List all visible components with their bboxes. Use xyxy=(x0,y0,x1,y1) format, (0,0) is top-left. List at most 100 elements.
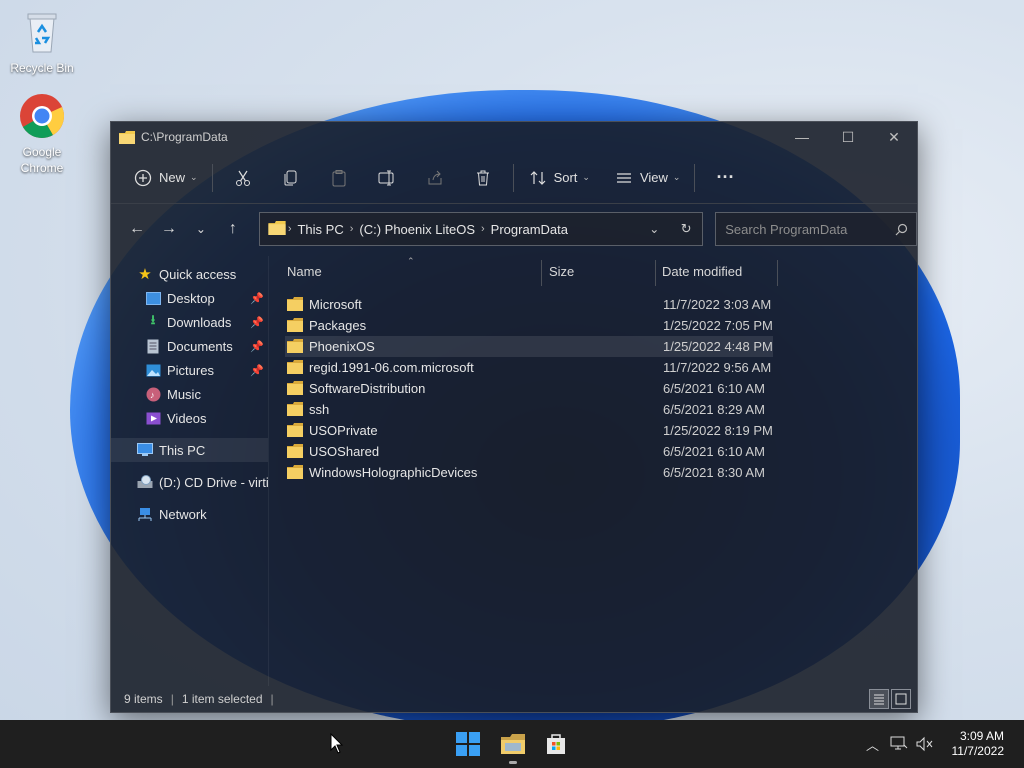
start-button[interactable] xyxy=(452,728,484,760)
search-box[interactable]: Search ProgramData xyxy=(715,212,917,246)
cut-button[interactable] xyxy=(219,161,267,195)
nav-item-this-pc[interactable]: This PC xyxy=(111,438,268,462)
status-separator: | xyxy=(270,692,274,706)
nav-label: Music xyxy=(167,386,201,402)
music-icon: ♪ xyxy=(145,386,161,402)
folder-icon xyxy=(287,381,303,395)
nav-item-desktop[interactable]: Desktop 📌 xyxy=(111,286,268,310)
nav-item-pictures[interactable]: Pictures 📌 xyxy=(111,358,268,382)
folder-icon xyxy=(287,444,303,458)
clock-time: 3:09 AM xyxy=(959,729,1004,743)
breadcrumb-drive-c[interactable]: (C:) Phoenix LiteOS xyxy=(359,222,475,237)
column-header-date[interactable]: Date modified xyxy=(662,264,742,279)
copy-button[interactable] xyxy=(267,161,315,195)
search-placeholder: Search ProgramData xyxy=(725,221,848,237)
nav-item-videos[interactable]: Videos xyxy=(111,406,268,430)
see-more-button[interactable]: ··· xyxy=(701,161,749,195)
navigation-bar: ← → ⌄ ↑ › This PC › (C:) Phoenix LiteOS … xyxy=(111,204,917,254)
file-explorer-icon xyxy=(501,734,525,754)
column-header-size[interactable]: Size xyxy=(549,264,574,279)
file-explorer-taskbar-button[interactable] xyxy=(497,728,529,764)
nav-item-network[interactable]: Network xyxy=(111,502,268,526)
column-divider[interactable] xyxy=(541,260,542,286)
file-row[interactable]: PhoenixOS 1/25/2022 4:48 PM xyxy=(285,336,773,357)
file-row[interactable]: SoftwareDistribution 6/5/2021 6:10 AM xyxy=(269,378,917,399)
file-row[interactable]: Microsoft 11/7/2022 3:03 AM xyxy=(269,294,917,315)
back-button[interactable]: ← xyxy=(121,213,153,245)
delete-button[interactable] xyxy=(459,161,507,195)
clock[interactable]: 3:09 AM 11/7/2022 xyxy=(938,729,1024,759)
rename-button[interactable] xyxy=(363,161,411,195)
nav-label: Quick access xyxy=(159,266,237,282)
details-view-button[interactable] xyxy=(869,689,889,709)
address-dropdown-button[interactable]: ⌄ xyxy=(638,213,670,245)
file-row[interactable]: WindowsHolographicDevices 6/5/2021 8:30 A… xyxy=(269,462,917,483)
speaker-muted-icon xyxy=(916,736,932,752)
copy-icon xyxy=(284,170,297,185)
file-list: ⌃ Name Size Date modified Microsoft 11/7/… xyxy=(269,256,917,686)
breadcrumb-this-pc[interactable]: This PC xyxy=(297,222,343,237)
nav-item-cd-drive[interactable]: (D:) CD Drive - virti xyxy=(111,470,268,494)
show-hidden-icons-button[interactable]: ︿ xyxy=(860,735,886,754)
title-bar[interactable]: C:\ProgramData — ☐ ✕ xyxy=(111,122,917,152)
breadcrumb-programdata[interactable]: ProgramData xyxy=(491,222,568,237)
store-taskbar-button[interactable] xyxy=(540,728,572,760)
file-row[interactable]: USOShared 6/5/2021 6:10 AM xyxy=(269,441,917,462)
sort-label: Sort xyxy=(553,170,578,185)
rename-icon xyxy=(378,170,394,185)
file-name: Microsoft xyxy=(309,297,362,312)
minimize-button[interactable]: — xyxy=(779,122,825,152)
maximize-button[interactable]: ☐ xyxy=(825,122,871,152)
view-label: View xyxy=(639,170,668,185)
nav-item-music[interactable]: ♪ Music xyxy=(111,382,268,406)
column-divider[interactable] xyxy=(777,260,778,286)
nav-item-downloads[interactable]: ⭳ Downloads 📌 xyxy=(111,310,268,334)
nav-item-quick-access[interactable]: ★ Quick access xyxy=(111,262,268,286)
nav-label: Downloads xyxy=(167,314,232,330)
desktop-icon-chrome[interactable]: Google Chrome xyxy=(4,92,80,176)
sort-button[interactable]: Sort ⌄ xyxy=(520,161,598,195)
forward-button[interactable]: → xyxy=(153,213,185,245)
nav-label: Documents xyxy=(167,338,233,354)
paste-button[interactable] xyxy=(315,161,363,195)
nav-label: Desktop xyxy=(167,290,215,306)
cd-drive-icon xyxy=(137,474,153,490)
volume-button[interactable] xyxy=(912,736,938,752)
column-divider[interactable] xyxy=(655,260,656,286)
pin-icon: 📌 xyxy=(250,340,264,353)
chevron-down-icon: ⌄ xyxy=(190,172,198,182)
refresh-button[interactable]: ↻ xyxy=(670,213,702,245)
nav-item-documents[interactable]: Documents 📌 xyxy=(111,334,268,358)
file-date-modified: 6/5/2021 8:29 AM xyxy=(663,402,765,417)
selection-count: 1 item selected xyxy=(181,692,263,706)
file-name: WindowsHolographicDevices xyxy=(309,465,478,480)
computer-icon xyxy=(137,442,153,458)
new-button[interactable]: New ⌄ xyxy=(125,161,206,195)
file-row[interactable]: regid.1991-06.com.microsoft 11/7/2022 9:5… xyxy=(269,357,917,378)
file-row[interactable]: USOPrivate 1/25/2022 8:19 PM xyxy=(269,420,917,441)
toolbar-divider xyxy=(512,163,514,192)
pin-icon: 📌 xyxy=(250,292,264,305)
desktop-icon-recycle-bin[interactable]: Recycle Bin xyxy=(4,8,80,76)
large-icons-view-button[interactable] xyxy=(891,689,911,709)
folder-icon xyxy=(119,130,135,144)
download-icon: ⭳ xyxy=(150,312,156,327)
file-date-modified: 1/25/2022 7:05 PM xyxy=(663,318,773,333)
network-status-button[interactable] xyxy=(886,736,912,752)
address-bar[interactable]: › This PC › (C:) Phoenix LiteOS › Progra… xyxy=(258,212,704,246)
folder-icon xyxy=(287,339,303,353)
view-button[interactable]: View ⌄ xyxy=(606,161,689,195)
file-name: ssh xyxy=(309,402,330,417)
close-button[interactable]: ✕ xyxy=(871,122,917,152)
share-button[interactable] xyxy=(411,161,459,195)
up-button[interactable]: ↑ xyxy=(217,213,249,245)
chrome-icon xyxy=(18,92,66,140)
recent-locations-button[interactable]: ⌄ xyxy=(185,213,217,245)
file-row[interactable]: ssh 6/5/2021 8:29 AM xyxy=(269,399,917,420)
system-tray: ︿ 3:09 AM 11/7/2022 xyxy=(860,720,1024,768)
file-row[interactable]: Packages 1/25/2022 7:05 PM xyxy=(269,315,917,336)
svg-text:♪: ♪ xyxy=(150,390,155,400)
picture-icon xyxy=(145,362,161,378)
column-header-name[interactable]: Name xyxy=(287,264,322,279)
view-switcher xyxy=(869,689,911,709)
